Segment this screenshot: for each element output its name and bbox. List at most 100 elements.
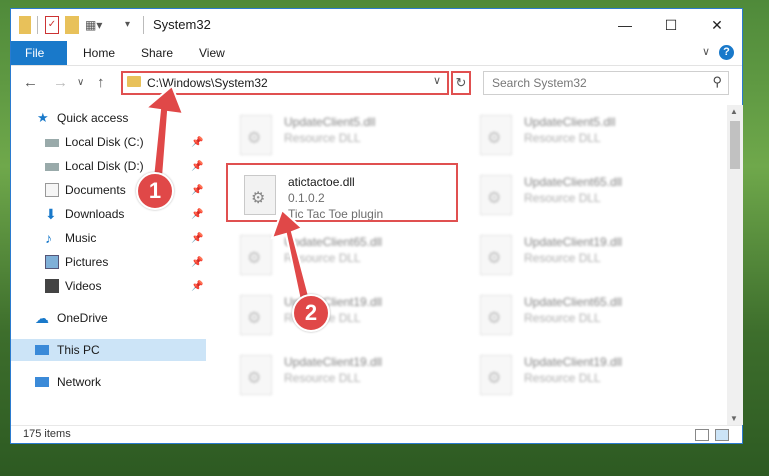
sidebar-item-pictures[interactable]: Pictures 📌 (11, 251, 206, 273)
file-highlight-box (226, 163, 458, 222)
sidebar-item-local-disk-c[interactable]: Local Disk (C:) 📌 (11, 131, 206, 153)
sidebar-item-local-disk-d[interactable]: Local Disk (D:) 📌 (11, 155, 206, 177)
recent-locations-icon[interactable]: ∨ (77, 77, 84, 88)
explorer-window: ✓ ▦▾ ▾ System32 — ☐ ✕ File Home Share Vi… (10, 8, 743, 444)
sidebar-item-documents[interactable]: Documents 📌 (11, 179, 206, 201)
sidebar-item-onedrive[interactable]: ☁ OneDrive (11, 307, 206, 329)
pin-icon[interactable]: 📌 (191, 156, 203, 178)
sidebar-item-label: Local Disk (D:) (65, 159, 144, 173)
address-bar[interactable]: C:\Windows\System32 ∨ (121, 71, 449, 95)
divider (37, 16, 38, 34)
dll-file-icon: ⚙ (480, 115, 512, 155)
file-type: Resource DLL (284, 251, 361, 265)
scroll-down-icon[interactable]: ▼ (730, 414, 738, 423)
sidebar-item-network[interactable]: Network (11, 371, 206, 393)
pin-icon[interactable]: 📌 (191, 228, 203, 250)
file-item[interactable]: ⚙ UpdateClient65.dll Resource DLL (476, 291, 696, 341)
back-arrow-icon[interactable]: ← (23, 74, 38, 91)
details-view-icon[interactable] (695, 429, 709, 441)
folder-icon (127, 76, 141, 87)
quick-access-dropdown-icon[interactable]: ▾ (125, 16, 137, 34)
gear-icon: ⚙ (487, 190, 502, 207)
file-item[interactable]: ⚙ UpdateClient5.dll Resource DLL (476, 111, 696, 161)
search-placeholder: Search System32 (492, 76, 587, 90)
sidebar-item-label: Downloads (65, 207, 125, 221)
file-type: Resource DLL (524, 191, 601, 205)
dll-file-icon: ⚙ (240, 295, 272, 335)
new-folder-icon[interactable] (65, 16, 79, 34)
address-path: C:\Windows\System32 (147, 76, 268, 90)
file-item[interactable]: ⚙ UpdateClient65.dll Resource DLL (476, 171, 696, 221)
file-item[interactable]: ⚙ UpdateClient19.dll Resource DLL (476, 231, 696, 281)
step-1-badge: 1 (136, 172, 174, 210)
tiles-view-icon[interactable] (715, 429, 729, 441)
file-type: Resource DLL (524, 311, 601, 325)
help-icon[interactable]: ? (719, 45, 734, 60)
customize-icon[interactable]: ▦▾ (85, 16, 102, 34)
file-name: UpdateClient19.dll (524, 235, 623, 249)
maximize-button[interactable]: ☐ (648, 9, 694, 41)
file-type: Resource DLL (284, 371, 361, 385)
sidebar-item-label: Videos (65, 279, 102, 293)
search-input[interactable]: Search System32 ⚲ (483, 71, 729, 95)
tab-view[interactable]: View (185, 41, 239, 65)
sidebar-item-videos[interactable]: Videos 📌 (11, 275, 206, 297)
sidebar-item-label: Documents (65, 183, 126, 197)
gear-icon: ⚙ (487, 310, 502, 327)
pin-icon[interactable]: 📌 (191, 276, 203, 298)
pin-icon[interactable]: 📌 (191, 252, 203, 274)
pin-icon[interactable]: 📌 (191, 132, 203, 154)
drive-icon (45, 163, 59, 171)
pin-icon[interactable]: 📌 (191, 204, 203, 226)
tab-share[interactable]: Share (127, 41, 187, 65)
dll-file-icon: ⚙ (240, 115, 272, 155)
pin-icon[interactable]: 📌 (191, 180, 203, 202)
computer-icon (35, 345, 49, 355)
gear-icon: ⚙ (247, 130, 262, 147)
chevron-down-icon[interactable]: ∨ (433, 74, 441, 87)
refresh-button[interactable]: ↻ (451, 71, 471, 95)
forward-arrow-icon[interactable]: → (53, 74, 68, 91)
scrollbar-thumb[interactable] (730, 121, 740, 169)
sidebar-item-quick-access[interactable]: ★ Quick access (11, 107, 206, 129)
file-item[interactable]: ⚙ UpdateClient19.dll Resource DLL (236, 291, 456, 341)
file-item[interactable]: ⚙ UpdateClient19.dll Resource DLL (476, 351, 696, 401)
sidebar-item-label: Quick access (57, 111, 129, 125)
file-item[interactable]: ⚙ UpdateClient5.dll Resource DLL (236, 111, 456, 161)
file-type: Resource DLL (284, 131, 361, 145)
file-type: Resource DLL (524, 251, 601, 265)
tab-home[interactable]: Home (69, 41, 129, 65)
tab-file[interactable]: File (11, 41, 67, 65)
file-name: UpdateClient65.dll (284, 235, 383, 249)
divider (143, 16, 144, 34)
vertical-scrollbar[interactable]: ▲ ▼ (727, 105, 743, 425)
file-type: Resource DLL (524, 131, 601, 145)
documents-icon (45, 183, 59, 197)
item-count: 175 items (23, 428, 71, 440)
sidebar-item-music[interactable]: ♪ Music 📌 (11, 227, 206, 249)
dll-file-icon: ⚙ (240, 355, 272, 395)
sidebar-item-label: Music (65, 231, 97, 245)
properties-icon[interactable]: ✓ (45, 16, 59, 34)
close-button[interactable]: ✕ (694, 9, 740, 41)
scroll-up-icon[interactable]: ▲ (730, 107, 738, 116)
window-title: System32 (153, 17, 211, 32)
sidebar-item-this-pc[interactable]: This PC (11, 339, 206, 361)
sidebar-item-downloads[interactable]: ⬇ Downloads 📌 (11, 203, 206, 225)
file-name: UpdateClient5.dll (284, 115, 376, 129)
dll-file-icon: ⚙ (480, 175, 512, 215)
status-bar: 175 items (11, 425, 742, 444)
gear-icon: ⚙ (247, 250, 262, 267)
sidebar-item-label: Pictures (65, 255, 109, 269)
drive-icon (45, 139, 59, 147)
dll-file-icon: ⚙ (480, 235, 512, 275)
star-icon: ★ (37, 110, 49, 125)
file-name: UpdateClient19.dll (524, 355, 623, 369)
chevron-down-icon[interactable]: ∨ (702, 45, 710, 58)
pictures-icon (45, 255, 59, 269)
up-arrow-icon[interactable]: ↑ (97, 74, 105, 91)
file-item[interactable]: ⚙ UpdateClient65.dll Resource DLL (236, 231, 456, 281)
file-item[interactable]: ⚙ UpdateClient19.dll Resource DLL (236, 351, 456, 401)
minimize-button[interactable]: — (602, 9, 648, 41)
file-type: Resource DLL (524, 371, 601, 385)
